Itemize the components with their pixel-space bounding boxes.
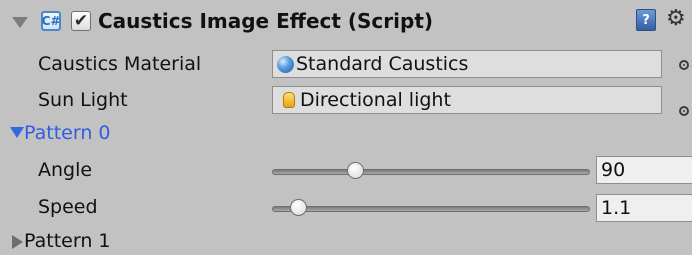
- angle-label: Angle: [38, 159, 93, 181]
- component-foldout-arrow[interactable]: [12, 17, 28, 28]
- checkmark-icon: ✔: [73, 10, 89, 31]
- speed-input[interactable]: 1.1: [596, 194, 692, 222]
- script-icon: C#: [41, 11, 61, 31]
- angle-slider-thumb[interactable]: [347, 162, 364, 179]
- caustics-material-label: Caustics Material: [38, 53, 202, 75]
- sun-light-value: Directional light: [300, 89, 451, 111]
- pattern1-foldout-arrow[interactable]: [12, 235, 23, 249]
- caustics-material-value: Standard Caustics: [296, 53, 469, 75]
- light-bulb-icon: [283, 92, 295, 108]
- object-picker-icon[interactable]: [679, 60, 689, 70]
- speed-slider-track[interactable]: [272, 206, 590, 212]
- caustics-material-field[interactable]: Standard Caustics: [272, 50, 662, 78]
- angle-slider-track[interactable]: [272, 169, 590, 175]
- object-picker-icon[interactable]: [679, 106, 689, 116]
- pattern1-foldout-label[interactable]: Pattern 1: [24, 230, 110, 252]
- component-title: Caustics Image Effect (Script): [98, 9, 434, 33]
- sun-light-field[interactable]: Directional light: [272, 86, 662, 114]
- pattern0-foldout-label[interactable]: Pattern 0: [24, 122, 110, 144]
- sun-light-label: Sun Light: [38, 89, 128, 111]
- pattern0-foldout-arrow[interactable]: [10, 127, 24, 138]
- material-sphere-icon: [277, 55, 294, 73]
- gear-icon[interactable]: ⚙: [666, 8, 686, 30]
- speed-value: 1.1: [601, 197, 632, 219]
- speed-slider-thumb[interactable]: [290, 199, 307, 216]
- angle-input[interactable]: 90: [596, 156, 692, 184]
- enabled-checkbox[interactable]: ✔: [71, 11, 91, 31]
- help-book-icon[interactable]: ?: [636, 9, 656, 31]
- speed-label: Speed: [38, 196, 98, 218]
- angle-value: 90: [601, 159, 626, 181]
